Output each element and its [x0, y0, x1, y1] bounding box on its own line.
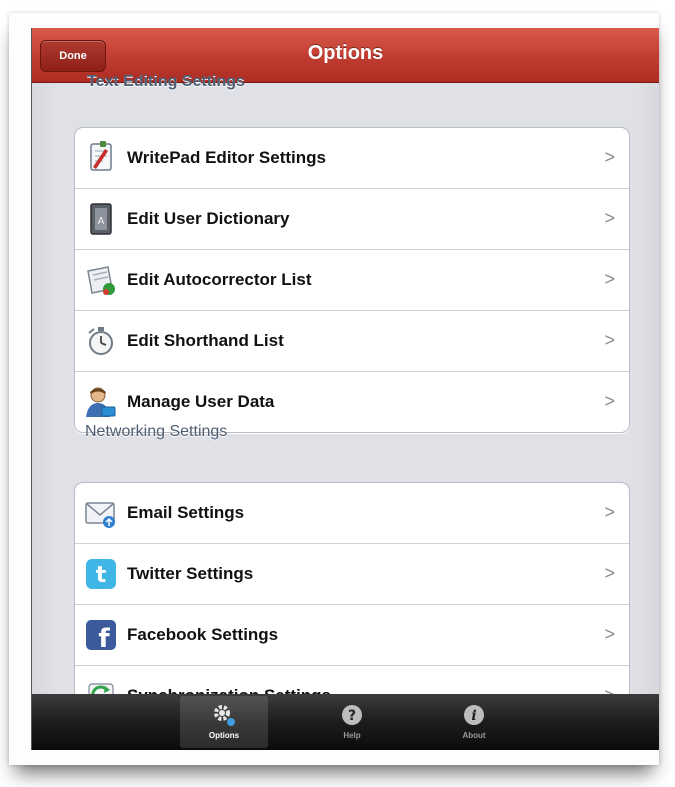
- row-label: Twitter Settings: [127, 564, 254, 583]
- autocorrect-list-icon: [83, 262, 119, 298]
- svg-text:f: f: [98, 624, 110, 651]
- row-label: Manage User Data: [127, 392, 275, 411]
- help-icon: ?: [338, 702, 366, 728]
- row-label: Email Settings: [127, 503, 245, 522]
- chevron-right-icon: >: [604, 563, 615, 583]
- row-email-settings[interactable]: Email Settings >: [75, 483, 629, 543]
- section-header-networking: Networking Settings: [85, 423, 228, 440]
- chevron-right-icon: >: [604, 502, 615, 522]
- info-icon: i: [460, 702, 488, 728]
- row-edit-user-dictionary[interactable]: A Edit User Dictionary >: [75, 188, 629, 249]
- tab-label: Options: [208, 731, 240, 740]
- chevron-right-icon: >: [604, 391, 615, 411]
- app-screen: Done Options Text Editing Settings Write…: [31, 28, 659, 750]
- row-writepad-editor-settings[interactable]: WritePad Editor Settings >: [75, 128, 629, 188]
- chevron-right-icon: >: [604, 624, 615, 644]
- networking-group: Email Settings > t Twitter Settings > f …: [74, 482, 630, 727]
- section-header-text-editing: Text Editing Settings: [87, 73, 245, 90]
- svg-text:?: ?: [348, 708, 356, 724]
- gear-icon: [210, 702, 238, 728]
- chevron-right-icon: >: [604, 330, 615, 350]
- document-pen-icon: [83, 140, 119, 176]
- facebook-icon: f: [83, 617, 119, 653]
- svg-text:t: t: [96, 563, 107, 588]
- row-facebook-settings[interactable]: f Facebook Settings >: [75, 604, 629, 665]
- text-editing-group: WritePad Editor Settings > A Edit User D…: [74, 127, 630, 433]
- svg-text:i: i: [471, 708, 476, 724]
- row-label: Edit Shorthand List: [127, 331, 284, 350]
- row-twitter-settings[interactable]: t Twitter Settings >: [75, 543, 629, 604]
- stopwatch-icon: [83, 323, 119, 359]
- tab-options[interactable]: Options: [180, 696, 268, 748]
- email-icon: [83, 495, 119, 531]
- row-label: Edit Autocorrector List: [127, 270, 312, 289]
- row-edit-autocorrector-list[interactable]: Edit Autocorrector List >: [75, 249, 629, 310]
- svg-text:A: A: [98, 216, 105, 227]
- tab-bar: Options ? Help i About: [32, 694, 659, 750]
- chevron-right-icon: >: [604, 269, 615, 289]
- chevron-right-icon: >: [604, 147, 615, 167]
- tab-label: Help: [343, 731, 361, 740]
- dictionary-book-icon: A: [83, 201, 119, 237]
- row-edit-shorthand-list[interactable]: Edit Shorthand List >: [75, 310, 629, 371]
- row-label: Facebook Settings: [127, 625, 279, 644]
- row-label: Edit User Dictionary: [127, 209, 290, 228]
- settings-list[interactable]: Text Editing Settings WritePad Editor Se…: [32, 73, 659, 727]
- user-icon: [83, 384, 119, 420]
- tab-help[interactable]: ? Help: [308, 696, 396, 748]
- page-title: Options: [307, 42, 384, 64]
- chevron-right-icon: >: [604, 208, 615, 228]
- tab-about[interactable]: i About: [430, 696, 518, 748]
- row-label: WritePad Editor Settings: [127, 148, 326, 167]
- twitter-icon: t: [83, 556, 119, 592]
- tab-label: About: [462, 731, 486, 740]
